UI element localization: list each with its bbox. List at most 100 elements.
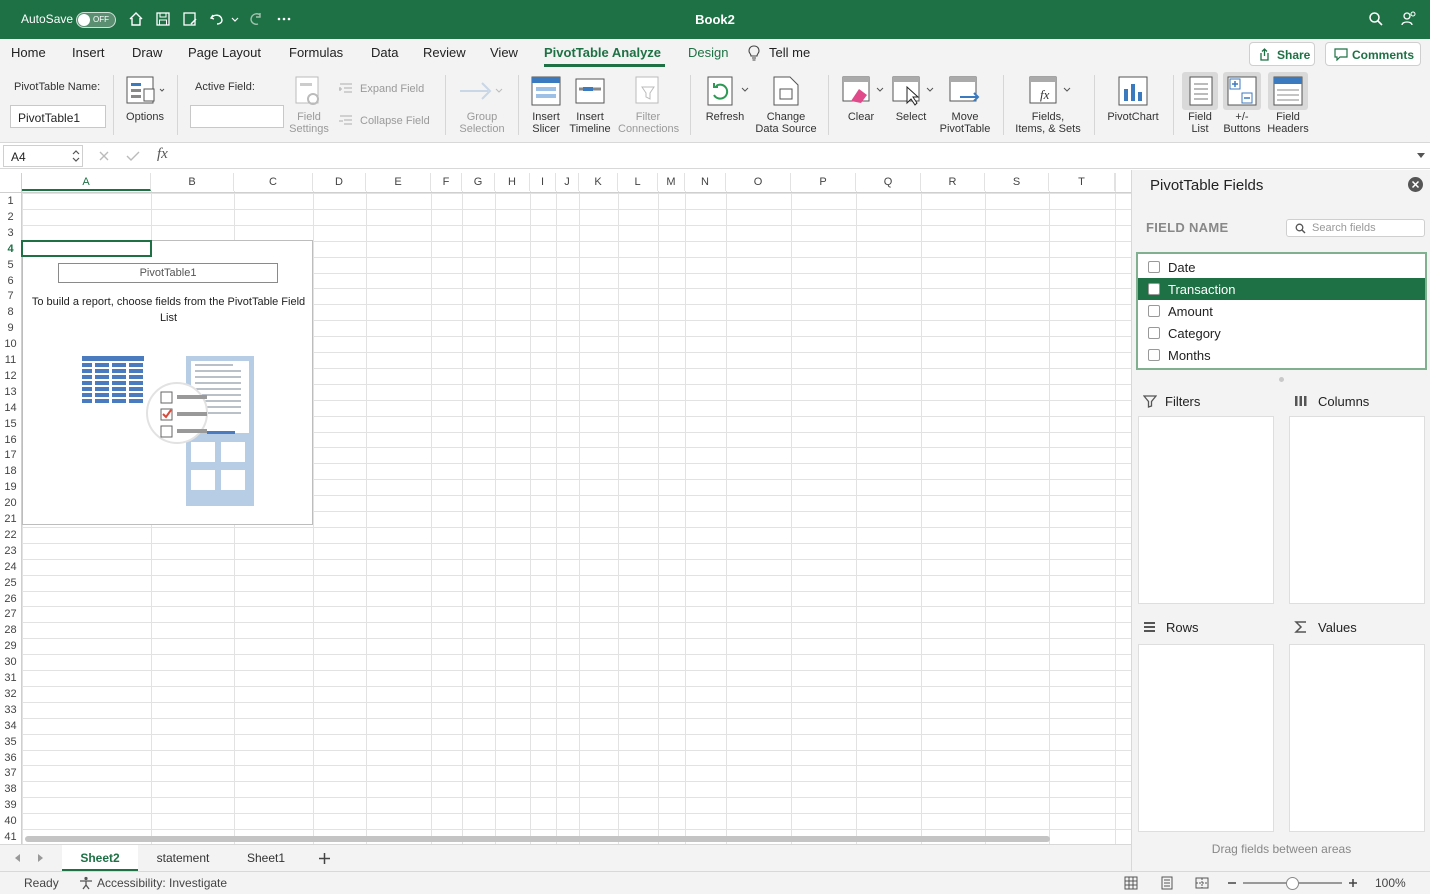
column-header-l[interactable]: L (618, 173, 658, 191)
pivottable-placeholder[interactable]: PivotTable1 To build a report, choose fi… (22, 240, 313, 525)
move-pivottable-icon[interactable] (948, 75, 982, 107)
row-header-23[interactable]: 23 (0, 543, 21, 559)
enter-icon[interactable] (126, 150, 140, 162)
options-icon[interactable] (125, 75, 165, 111)
refresh-label[interactable]: Refresh (702, 111, 748, 123)
sheet-tab-sheet1[interactable]: Sheet1 (228, 845, 304, 871)
row-header-7[interactable]: 7 (0, 288, 21, 304)
column-header-q[interactable]: Q (856, 173, 921, 191)
row-header-32[interactable]: 32 (0, 686, 21, 702)
search-fields-input[interactable]: Search fields (1286, 219, 1425, 237)
clear-label[interactable]: Clear (838, 111, 884, 123)
row-header-21[interactable]: 21 (0, 511, 21, 527)
row-header-31[interactable]: 31 (0, 670, 21, 686)
page-layout-view-icon[interactable] (1160, 876, 1174, 890)
tab-formulas[interactable]: Formulas (289, 45, 343, 60)
pivotchart-label[interactable]: PivotChart (1104, 111, 1162, 123)
field-item-amount[interactable]: Amount (1138, 300, 1425, 322)
field-item-transaction[interactable]: Transaction (1138, 278, 1425, 300)
zoom-in-icon[interactable] (1348, 878, 1358, 888)
row-header-3[interactable]: 3 (0, 225, 21, 241)
resize-handle[interactable] (1279, 377, 1284, 382)
sheet-tab-sheet2[interactable]: Sheet2 (62, 845, 138, 871)
field-checkbox[interactable] (1148, 261, 1160, 273)
row-header-6[interactable]: 6 (0, 273, 21, 289)
tab-home[interactable]: Home (11, 45, 46, 60)
field-checkbox[interactable] (1148, 349, 1160, 361)
tab-data[interactable]: Data (371, 45, 398, 60)
values-drop-area[interactable] (1289, 644, 1425, 832)
tab-insert[interactable]: Insert (72, 45, 105, 60)
clear-icon[interactable] (841, 75, 885, 107)
field-item-category[interactable]: Category (1138, 322, 1425, 344)
active-field-input[interactable] (190, 105, 284, 128)
change-data-source-icon[interactable] (770, 75, 802, 107)
row-header-26[interactable]: 26 (0, 591, 21, 607)
row-header-19[interactable]: 19 (0, 479, 21, 495)
column-header-o[interactable]: O (726, 173, 791, 191)
row-header-17[interactable]: 17 (0, 447, 21, 463)
select-icon[interactable] (891, 75, 935, 107)
cancel-icon[interactable] (98, 150, 110, 162)
share-button[interactable]: Share (1249, 42, 1315, 66)
columns-drop-area[interactable] (1289, 416, 1425, 604)
row-header-40[interactable]: 40 (0, 813, 21, 829)
column-header-r[interactable]: R (921, 173, 985, 191)
options-label[interactable]: Options (125, 111, 165, 123)
column-header-a[interactable]: A (22, 173, 151, 191)
group-selection-icon[interactable] (458, 77, 504, 105)
column-header-m[interactable]: M (658, 173, 685, 191)
accessibility-icon[interactable] (79, 876, 93, 890)
zoom-level[interactable]: 100% (1375, 876, 1406, 890)
row-header-27[interactable]: 27 (0, 606, 21, 622)
row-header-38[interactable]: 38 (0, 781, 21, 797)
row-header-13[interactable]: 13 (0, 384, 21, 400)
horizontal-scrollbar[interactable] (25, 836, 1050, 842)
sheet-tab-statement[interactable]: statement (144, 845, 222, 871)
column-header-p[interactable]: P (791, 173, 856, 191)
field-item-date[interactable]: Date (1138, 256, 1425, 278)
row-header-29[interactable]: 29 (0, 638, 21, 654)
row-header-35[interactable]: 35 (0, 734, 21, 750)
tab-review[interactable]: Review (423, 45, 466, 60)
pivotchart-icon[interactable] (1117, 75, 1149, 107)
row-header-16[interactable]: 16 (0, 432, 21, 448)
row-header-39[interactable]: 39 (0, 797, 21, 813)
column-header-f[interactable]: F (431, 173, 462, 191)
expand-field-label[interactable]: Expand Field (360, 83, 424, 95)
row-header-12[interactable]: 12 (0, 368, 21, 384)
insert-slicer-icon[interactable] (530, 75, 562, 107)
row-header-10[interactable]: 10 (0, 336, 21, 352)
comments-button[interactable]: Comments (1325, 42, 1421, 66)
fields-items-sets-icon[interactable]: fx (1028, 75, 1074, 107)
page-break-view-icon[interactable] (1195, 876, 1209, 890)
row-header-4[interactable]: 4 (0, 241, 21, 257)
row-header-24[interactable]: 24 (0, 559, 21, 575)
column-header-c[interactable]: C (234, 173, 313, 191)
row-header-34[interactable]: 34 (0, 718, 21, 734)
insert-timeline-icon[interactable] (574, 77, 606, 107)
rows-drop-area[interactable] (1138, 644, 1274, 832)
pivottable-name-input[interactable]: PivotTable1 (10, 105, 106, 128)
tab-draw[interactable]: Draw (132, 45, 162, 60)
tab-pivottable-analyze[interactable]: PivotTable Analyze (544, 45, 661, 60)
autosave-toggle[interactable]: OFF (76, 12, 116, 28)
row-header-18[interactable]: 18 (0, 463, 21, 479)
field-checkbox[interactable] (1148, 305, 1160, 317)
name-box-stepper-icon[interactable] (72, 149, 80, 163)
column-header-h[interactable]: H (495, 173, 530, 191)
column-header-e[interactable]: E (366, 173, 431, 191)
add-sheet-icon[interactable] (318, 852, 331, 865)
save-icon[interactable] (155, 11, 171, 27)
undo-dropdown-icon[interactable] (231, 11, 239, 27)
column-header-d[interactable]: D (313, 173, 366, 191)
save-as-icon[interactable] (182, 11, 198, 27)
insert-function-icon[interactable]: fx (157, 146, 168, 163)
more-icon[interactable] (276, 11, 292, 27)
tab-page-layout[interactable]: Page Layout (188, 45, 261, 60)
row-header-36[interactable]: 36 (0, 750, 21, 766)
normal-view-icon[interactable] (1124, 876, 1138, 890)
scroll-right-icon[interactable] (35, 853, 45, 863)
row-header-1[interactable]: 1 (0, 193, 21, 209)
collapse-field-label[interactable]: Collapse Field (360, 115, 430, 127)
